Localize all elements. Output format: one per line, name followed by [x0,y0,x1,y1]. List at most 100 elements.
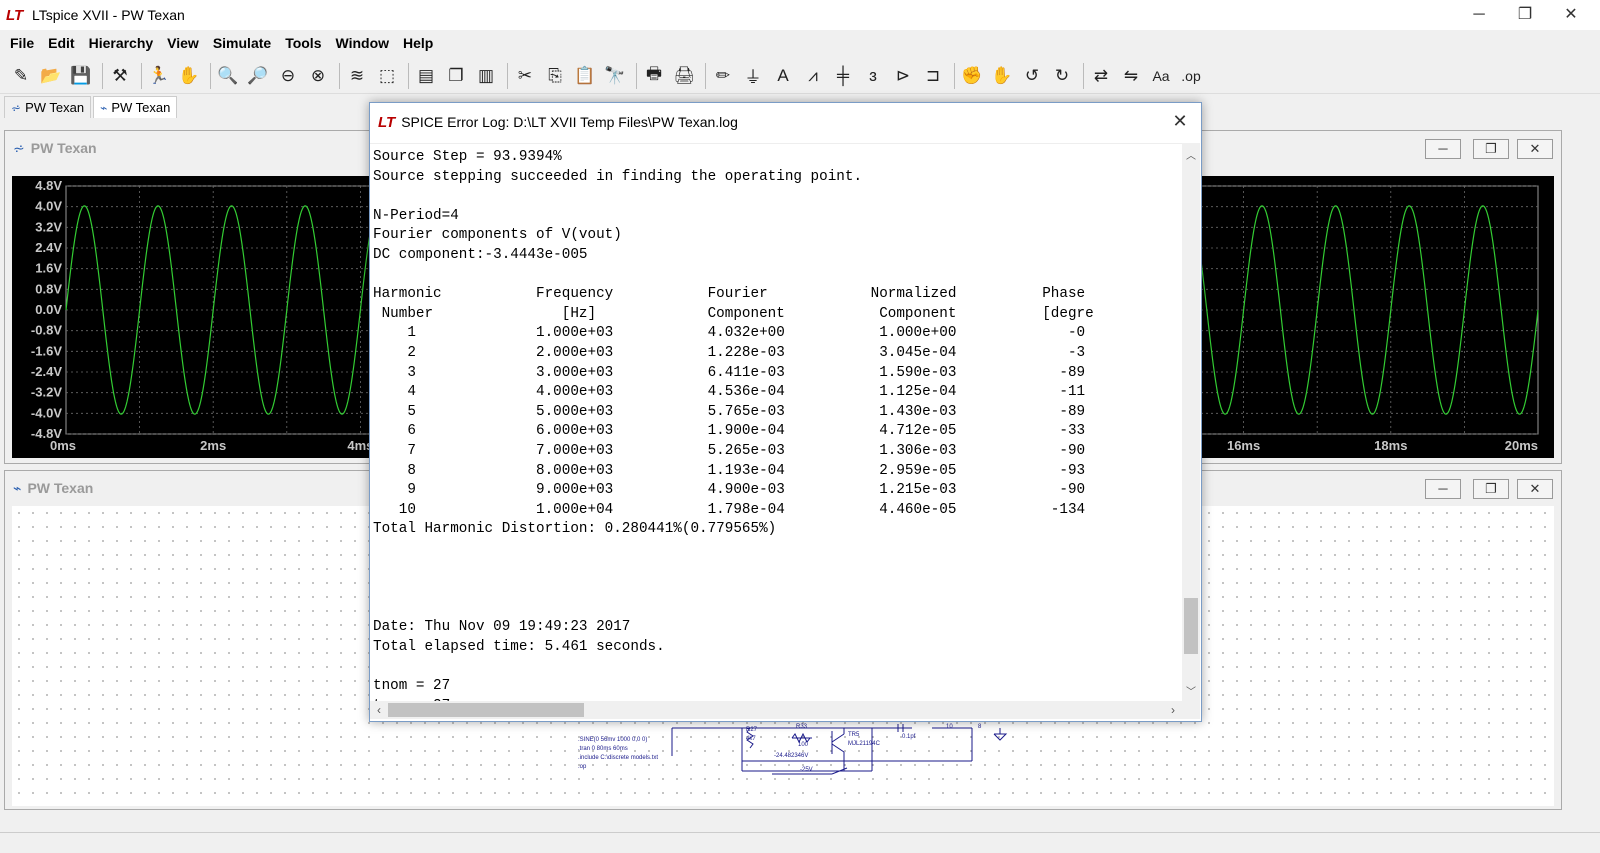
child-close-button[interactable]: ✕ [1517,479,1553,499]
menu-simulate[interactable]: Simulate [207,35,277,51]
undo-icon[interactable]: ↺ [1019,63,1045,89]
toolbar-separator [141,62,142,89]
scroll-left-arrow-icon[interactable]: ‹ [370,701,388,719]
resistor-label[interactable]: R33 [796,724,807,730]
tile-vertical-icon[interactable]: ▥ [473,63,499,89]
maximize-button[interactable]: ❐ [1502,0,1548,30]
resistor-icon[interactable]: ⩘ [800,63,826,89]
control-panel-icon[interactable]: ⚒ [107,63,133,89]
inductor-icon[interactable]: ɜ [860,63,886,89]
label-net-icon[interactable]: A [770,63,796,89]
log-line: Harmonic Frequency Fourier Normalized Ph… [373,286,1086,303]
schematic-directive[interactable]: .SINE(0 56mv 1000 0,0 0) [578,737,647,743]
print-icon[interactable]: 🖶 [641,63,667,89]
menu-edit[interactable]: Edit [42,35,80,51]
log-line: 5 5.000e+03 5.765e-03 1.430e-03 -89 [373,403,1086,420]
capacitor-icon[interactable]: ╪ [830,63,856,89]
rotate-icon[interactable]: ⇄ [1088,63,1114,89]
child-close-button[interactable]: ✕ [1517,139,1553,159]
child-restore-button[interactable]: ❐ [1473,139,1509,159]
schematic-directive[interactable]: .tran 0 80ms 60ms [578,746,628,752]
menu-bar: File Edit Hierarchy View Simulate Tools Window… [0,32,1600,54]
menu-help[interactable]: Help [397,35,439,51]
scroll-down-arrow-icon[interactable]: ﹀ [1182,683,1200,698]
menu-window[interactable]: Window [329,35,395,51]
dialog-close-button[interactable]: ✕ [1169,111,1191,132]
schematic-icon: ⌁ [100,100,108,115]
toolbar-separator [954,62,955,89]
drag-icon[interactable]: ✋ [989,63,1015,89]
text-icon[interactable]: Aa [1148,63,1174,89]
flatten-icon[interactable]: ⬚ [374,63,400,89]
cascade-icon[interactable]: ❐ [443,63,469,89]
child-minimize-button[interactable]: ─ [1425,479,1461,499]
spice-error-log-dialog: LT SPICE Error Log: D:\LT XVII Temp File… [369,102,1202,722]
ltspice-logo: LT [378,113,396,131]
tab-waveform[interactable]: ⩫ PW Texan [4,96,92,118]
scroll-up-arrow-icon[interactable]: ︿ [1182,147,1200,162]
vertical-scrollbar[interactable]: ︿ ﹀ [1182,143,1200,701]
tab-schematic[interactable]: ⌁ PW Texan [93,96,178,118]
y-tick-label: -2.4V [31,364,62,379]
vertical-scroll-thumb[interactable] [1184,598,1198,654]
schematic-directive[interactable]: .include C:\discrete models.txt [578,755,658,761]
y-tick-label: -3.2V [31,385,62,400]
redo-icon[interactable]: ↻ [1049,63,1075,89]
x-tick-label: 18ms [1374,438,1407,453]
spice-directive-icon[interactable]: .op [1178,63,1204,89]
new-schematic-icon[interactable]: ✎ [8,63,34,89]
child-restore-button[interactable]: ❐ [1473,479,1509,499]
zoom-cancel-icon[interactable]: ⊗ [305,63,331,89]
mirror-icon[interactable]: ⇋ [1118,63,1144,89]
zoom-full-icon[interactable]: 🔎 [245,63,271,89]
scroll-right-arrow-icon[interactable]: › [1164,701,1182,719]
resistor-value[interactable]: 100 [798,742,808,748]
open-folder-icon[interactable]: 📂 [38,63,64,89]
close-button[interactable]: ✕ [1548,0,1594,30]
plot-waveform-icon[interactable]: ≋ [344,63,370,89]
copy-icon[interactable]: ⎘ [542,63,568,89]
horizontal-scrollbar[interactable]: ‹ › [370,701,1182,719]
ground-icon[interactable]: ⏚ [740,63,766,89]
paste-icon[interactable]: 📋 [572,63,598,89]
component-icon[interactable]: ⊐ [920,63,946,89]
minimize-button[interactable]: ─ [1456,0,1502,30]
menu-view[interactable]: View [161,35,205,51]
diode-icon[interactable]: ⊳ [890,63,916,89]
log-line: 8 8.000e+03 1.193e-04 2.959e-05 -93 [373,462,1086,479]
menu-hierarchy[interactable]: Hierarchy [83,35,160,51]
transistor-label[interactable]: TR5 [848,732,859,738]
log-text-area[interactable]: Source Step = 93.9394% Source stepping su… [370,143,1182,701]
print-preview-icon[interactable]: 🖨 [671,63,697,89]
cut-icon[interactable]: ✂ [512,63,538,89]
zoom-out-icon[interactable]: ⊖ [275,63,301,89]
draw-wire-icon[interactable]: ✏ [710,63,736,89]
waveform-icon: ⩫ [13,139,25,156]
toolbar-separator [636,62,637,89]
find-icon[interactable]: 🔭 [602,63,628,89]
save-icon[interactable]: 💾 [68,63,94,89]
node-voltage-label[interactable]: -24.482346V [774,753,808,759]
log-line: Number [Hz] Component Component [degre [373,305,1094,322]
component-value[interactable]: 10 [946,724,953,730]
pan-hand-icon[interactable]: ✋ [176,63,202,89]
menu-tools[interactable]: Tools [279,35,327,51]
resistor-label[interactable]: R27 [746,727,757,733]
run-icon[interactable]: 🏃 [146,63,172,89]
move-icon[interactable]: ✊ [959,63,985,89]
transistor-model[interactable]: MJL21194C [848,741,880,747]
capacitor-value[interactable]: 0.1pf [902,734,915,740]
tile-horizontal-icon[interactable]: ▤ [413,63,439,89]
horizontal-scroll-thumb[interactable] [388,703,584,717]
y-tick-label: -0.8V [31,323,62,338]
node-voltage-label[interactable]: -25V [800,767,813,773]
resistor-value[interactable]: 4k7 [746,736,756,742]
menu-file[interactable]: File [4,35,40,51]
child-minimize-button[interactable]: ─ [1425,139,1461,159]
zoom-in-icon[interactable]: 🔍 [215,63,241,89]
schematic-directive[interactable]: .op [578,764,586,770]
log-line: Total Harmonic Distortion: 0.280441%(0.7… [373,521,777,538]
component-value[interactable]: 8 [978,724,981,730]
y-tick-label: -4.0V [31,405,62,420]
